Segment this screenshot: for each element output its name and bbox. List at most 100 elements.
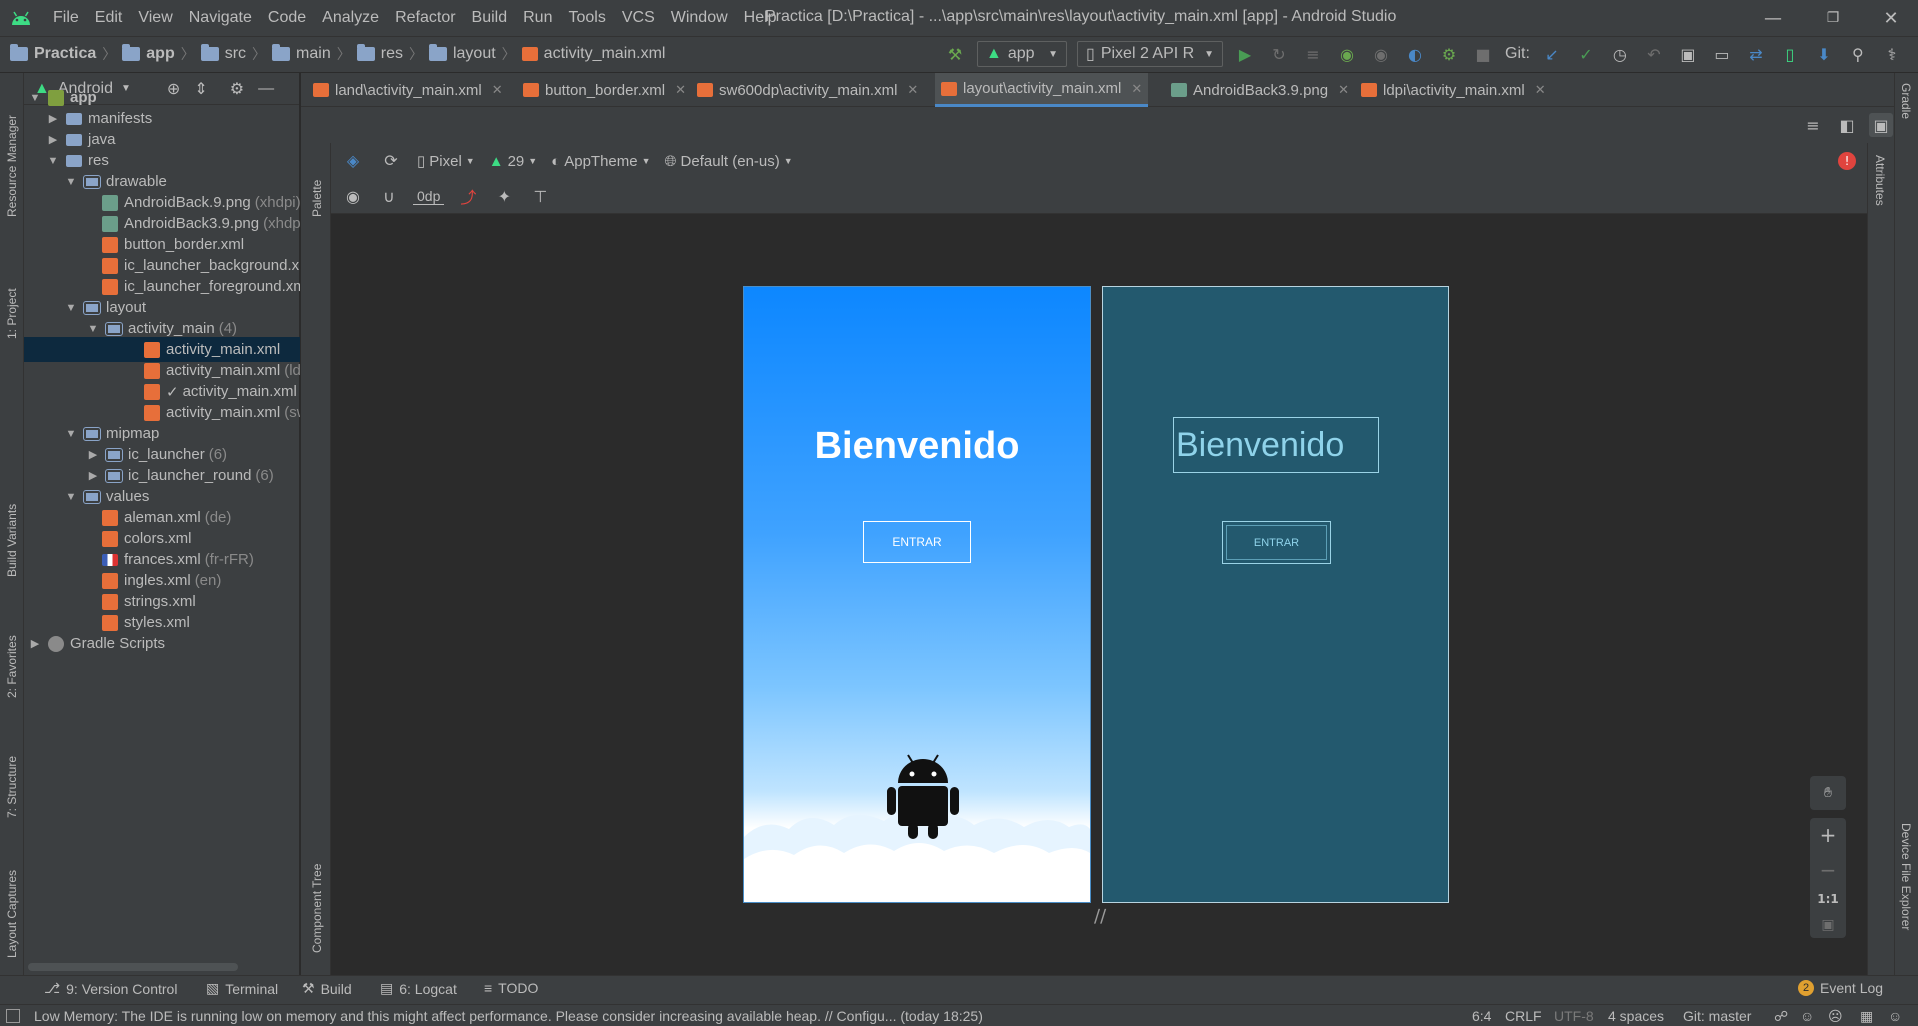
search-icon[interactable]: ⚲ [1846, 42, 1870, 66]
preview-title-text[interactable]: Bienvenido [744, 425, 1090, 468]
zoom-in-icon[interactable]: + [1820, 823, 1837, 847]
tool-event-log[interactable]: 2 Event Log [1798, 980, 1883, 996]
stop-icon[interactable]: ■ [1471, 42, 1495, 66]
debug-attach-icon[interactable]: ⚙ [1437, 42, 1461, 66]
git-rollback-icon[interactable]: ↶ [1642, 42, 1666, 66]
tool-build-variants[interactable]: Build Variants [2, 467, 22, 577]
tab-sw600dp-activity-main[interactable]: sw600dp\activity_main.xml ✕ [697, 73, 918, 107]
menu-view[interactable]: View [130, 9, 180, 27]
breadcrumb-layout[interactable]: layout 〉 [428, 44, 522, 64]
tool-gradle[interactable]: Gradle [1899, 83, 1913, 119]
tab-layout-activity-main[interactable]: layout\activity_main.xml ✕ [935, 73, 1149, 107]
blueprint-preview[interactable]: Bienvenido ENTRAR [1102, 286, 1449, 903]
run-icon[interactable]: ▶ [1233, 42, 1257, 66]
sync-gradle-icon[interactable]: ⇄ [1744, 42, 1768, 66]
tool-project[interactable]: 1: Project [2, 249, 22, 339]
project-structure-icon[interactable]: ▣ [1676, 42, 1700, 66]
expanded-arrow-icon[interactable]: ▼ [64, 176, 78, 188]
close-tab-icon[interactable]: ✕ [1535, 82, 1546, 98]
tool-layout-captures[interactable]: Layout Captures [2, 843, 22, 958]
git-history-icon[interactable]: ◷ [1608, 42, 1632, 66]
menu-code[interactable]: Code [260, 9, 314, 27]
caret-position[interactable]: 6:4 [1472, 1008, 1491, 1024]
expanded-arrow-icon[interactable]: ▼ [28, 92, 42, 104]
avd-manager-icon[interactable]: ▭ [1710, 42, 1734, 66]
restore-button[interactable]: ❐ [1808, 0, 1858, 36]
menu-edit[interactable]: Edit [87, 9, 131, 27]
tab-button-border[interactable]: button_border.xml ✕ [523, 73, 686, 107]
run-configuration-select[interactable]: ▲ app ▼ [977, 41, 1067, 67]
tool-structure[interactable]: 7: Structure [2, 723, 22, 818]
line-separator[interactable]: CRLF [1505, 1008, 1542, 1024]
minimize-button[interactable]: — [1748, 0, 1798, 36]
close-tab-icon[interactable]: ✕ [907, 82, 918, 98]
device-select[interactable]: ▯ Pixel 2 API R ▼ [1077, 41, 1223, 67]
expanded-arrow-icon[interactable]: ▼ [46, 155, 60, 167]
tool-component-tree[interactable]: Component Tree [307, 833, 327, 953]
debug-icon[interactable]: ◉ [1335, 42, 1359, 66]
assistant-icon[interactable]: ⚕ [1880, 42, 1904, 66]
close-tab-icon[interactable]: ✕ [675, 82, 686, 98]
collapsed-arrow-icon[interactable]: ▶ [46, 112, 60, 125]
file-encoding[interactable]: UTF-8 [1554, 1008, 1594, 1024]
menu-file[interactable]: File [45, 9, 87, 27]
layers-icon[interactable]: ◈ [341, 149, 365, 173]
menu-navigate[interactable]: Navigate [181, 9, 260, 27]
breadcrumb-project[interactable]: Practica 〉 [10, 44, 122, 64]
collapsed-arrow-icon[interactable]: ▶ [86, 448, 100, 461]
locale-select[interactable]: 🌐︎ Default (en-us) ▼ [665, 153, 793, 170]
tool-build[interactable]: ⚒ Build [302, 980, 352, 997]
magnet-icon[interactable]: ∪ [377, 184, 401, 208]
error-icon[interactable]: ! [1838, 152, 1856, 170]
menu-run[interactable]: Run [515, 9, 560, 27]
profile-icon[interactable]: ◐ [1403, 42, 1427, 66]
tool-todo[interactable]: ≡ TODO [484, 980, 538, 996]
design-preview[interactable]: Bienvenido ENTRAR [743, 286, 1091, 903]
indent-setting[interactable]: 4 spaces [1608, 1008, 1664, 1024]
feedback-sad-icon[interactable]: ☹ [1828, 1008, 1843, 1025]
lock-icon[interactable]: ☍ [1774, 1008, 1788, 1025]
zoom-out-icon[interactable]: − [1820, 858, 1837, 882]
orientation-icon[interactable]: ⟳ [379, 149, 403, 173]
zoom-actual-size-button[interactable]: 1:1 [1817, 892, 1839, 906]
code-view-icon[interactable]: ≡ [1801, 113, 1825, 137]
menu-refactor[interactable]: Refactor [387, 9, 463, 27]
eye-icon[interactable]: ◉ [341, 184, 365, 208]
tool-terminal[interactable]: ▧ Terminal [206, 980, 278, 997]
memory-icon[interactable]: ▦ [1860, 1008, 1873, 1025]
menu-analyze[interactable]: Analyze [314, 9, 387, 27]
clear-constraints-icon[interactable]: ⤴ [456, 184, 480, 208]
toggle-tool-windows-icon[interactable] [6, 1009, 20, 1023]
tab-androidback3[interactable]: AndroidBack3.9.png ✕ [1171, 73, 1349, 107]
tool-device-file-explorer[interactable]: Device File Explorer [1899, 823, 1913, 930]
notifications-icon[interactable]: ☺ [1888, 1008, 1902, 1024]
sdk-manager-icon[interactable]: ⬇ [1812, 42, 1836, 66]
tool-favorites[interactable]: 2: Favorites [2, 603, 22, 698]
close-tab-icon[interactable]: ✕ [1131, 81, 1142, 97]
tool-palette[interactable]: Palette [307, 157, 327, 217]
device-select[interactable]: ▯ Pixel ▼ [417, 152, 475, 171]
breadcrumb-main[interactable]: main 〉 [272, 44, 357, 64]
git-update-icon[interactable]: ↙ [1540, 42, 1564, 66]
git-branch[interactable]: Git: master [1683, 1008, 1751, 1024]
attach-debugger-icon[interactable]: ◉ [1369, 42, 1393, 66]
split-view-icon[interactable]: ◧ [1835, 113, 1859, 137]
resize-handle-icon[interactable]: ∕∕ [1094, 906, 1106, 927]
breadcrumb-src[interactable]: src 〉 [200, 44, 272, 64]
menu-window[interactable]: Window [663, 9, 736, 27]
close-tab-icon[interactable]: ✕ [1338, 82, 1349, 98]
breadcrumb-file[interactable]: activity_main.xml [521, 45, 665, 63]
collapsed-arrow-icon[interactable]: ▶ [28, 637, 42, 650]
blueprint-enter-button[interactable]: ENTRAR [1222, 521, 1331, 564]
device-manager-icon[interactable]: ▯ [1778, 42, 1802, 66]
tree-item-gradle-scripts[interactable]: ▶ Gradle Scripts [24, 631, 300, 656]
tab-land-activity-main[interactable]: land\activity_main.xml ✕ [313, 73, 503, 107]
expanded-arrow-icon[interactable]: ▼ [64, 491, 78, 503]
zoom-fit-icon[interactable]: ▣ [1821, 917, 1834, 933]
collapsed-arrow-icon[interactable]: ▶ [86, 469, 100, 482]
close-window-button[interactable]: ✕ [1866, 0, 1916, 36]
theme-select[interactable]: ◐ AppTheme ▼ [551, 153, 650, 170]
inspector-face-icon[interactable]: ☺ [1800, 1008, 1814, 1024]
pan-button[interactable]: ✋︎ [1810, 776, 1846, 810]
guidelines-icon[interactable]: ⊤ [528, 184, 552, 208]
